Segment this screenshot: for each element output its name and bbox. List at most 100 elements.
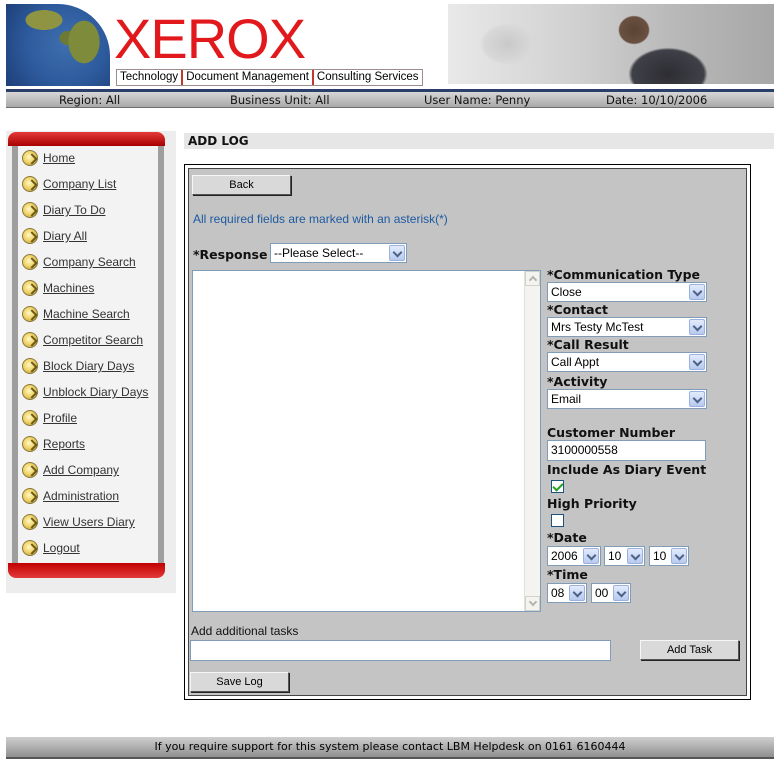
high-priority-checkbox[interactable] <box>551 514 564 527</box>
arrow-bullet-icon <box>22 280 38 296</box>
customer-number-label: Customer Number <box>547 425 676 440</box>
include-diary-label: Include As Diary Event <box>547 462 707 477</box>
date-day-select[interactable]: 10 <box>649 546 689 566</box>
date-month-value: 10 <box>608 549 622 563</box>
sidebar-item-block-diary-days[interactable]: Block Diary Days <box>22 357 134 375</box>
sidebar-item-unblock-diary-days[interactable]: Unblock Diary Days <box>22 383 148 401</box>
textarea-scrollbar[interactable] <box>524 271 540 611</box>
call-result-select[interactable]: Call Appt <box>547 352 707 372</box>
customer-number-field[interactable]: 3100000558 <box>547 440 706 461</box>
sidebar-item-label[interactable]: Unblock Diary Days <box>43 385 148 399</box>
tagline-item: Consulting Services <box>316 71 419 83</box>
include-diary-checkbox[interactable] <box>551 480 564 493</box>
chevron-down-icon[interactable] <box>389 245 405 261</box>
arrow-bullet-icon <box>22 150 38 166</box>
sidebar-top-cap <box>8 132 165 146</box>
sidebar-item-profile[interactable]: Profile <box>22 409 77 427</box>
scroll-up-icon[interactable] <box>525 271 540 286</box>
response-select-value: --Please Select-- <box>274 246 364 260</box>
sidebar-item-machine-search[interactable]: Machine Search <box>22 305 130 323</box>
call-result-value: Call Appt <box>551 355 600 369</box>
chevron-down-icon[interactable] <box>689 284 705 300</box>
sidebar-item-label[interactable]: Company List <box>43 177 116 191</box>
page-title: ADD LOG <box>188 134 249 148</box>
sidebar-item-label[interactable]: Add Company <box>43 463 119 477</box>
chevron-down-icon[interactable] <box>613 585 629 601</box>
sidebar-item-view-users-diary[interactable]: View Users Diary <box>22 513 135 531</box>
page-title-bar: ADD LOG <box>184 133 774 149</box>
info-bar: Region: All Business Unit: All User Name… <box>6 89 774 108</box>
arrow-bullet-icon <box>22 410 38 426</box>
time-label: *Time <box>547 567 588 582</box>
arrow-bullet-icon <box>22 176 38 192</box>
scroll-down-icon[interactable] <box>525 596 540 611</box>
communication-type-select[interactable]: Close <box>547 282 707 302</box>
contact-value: Mrs Testy McTest <box>551 320 644 334</box>
tagline-item: Document Management <box>183 70 314 85</box>
sidebar-item-label[interactable]: Diary To Do <box>43 203 105 217</box>
arrow-bullet-icon <box>22 540 38 556</box>
date-month-select[interactable]: 10 <box>604 546 645 566</box>
arrow-bullet-icon <box>22 254 38 270</box>
chevron-down-icon[interactable] <box>583 548 599 564</box>
activity-label: *Activity <box>547 374 608 389</box>
chevron-down-icon[interactable] <box>671 548 687 564</box>
sidebar-item-label[interactable]: Machine Search <box>43 307 130 321</box>
tasks-label: Add additional tasks <box>191 624 299 638</box>
sidebar-item-label[interactable]: Reports <box>43 437 85 451</box>
response-textarea[interactable] <box>192 270 541 612</box>
response-select[interactable]: --Please Select-- <box>270 243 407 263</box>
date-year-select[interactable]: 2006 <box>547 546 601 566</box>
time-hour-select[interactable]: 08 <box>547 583 587 603</box>
save-log-button[interactable]: Save Log <box>190 672 289 692</box>
sidebar-item-label[interactable]: Administration <box>43 489 119 503</box>
arrow-bullet-icon <box>22 436 38 452</box>
sidebar-item-machines[interactable]: Machines <box>22 279 94 297</box>
sidebar-item-home[interactable]: Home <box>22 149 75 167</box>
communication-type-label: *Communication Type <box>547 267 700 282</box>
activity-value: Email <box>551 392 582 406</box>
sidebar-item-label[interactable]: Company Search <box>43 255 136 269</box>
sidebar-item-logout[interactable]: Logout <box>22 539 80 557</box>
sidebar-item-label[interactable]: Machines <box>43 281 94 295</box>
date-year-value: 2006 <box>551 549 578 563</box>
sidebar-item-label[interactable]: Home <box>43 151 75 165</box>
activity-select[interactable]: Email <box>547 389 707 409</box>
chevron-down-icon[interactable] <box>569 585 585 601</box>
time-hour-value: 08 <box>551 586 565 600</box>
sidebar-item-reports[interactable]: Reports <box>22 435 85 453</box>
sidebar-item-label[interactable]: Competitor Search <box>43 333 143 347</box>
sidebar-item-add-company[interactable]: Add Company <box>22 461 119 479</box>
arrow-bullet-icon <box>22 202 38 218</box>
sidebar-item-label[interactable]: View Users Diary <box>43 515 135 529</box>
chevron-down-icon[interactable] <box>689 319 705 335</box>
add-log-form: Back All required fields are marked with… <box>184 164 751 700</box>
form-panel: Back All required fields are marked with… <box>188 168 747 696</box>
chevron-down-icon[interactable] <box>689 354 705 370</box>
contact-select[interactable]: Mrs Testy McTest <box>547 317 707 337</box>
sidebar-item-label[interactable]: Profile <box>43 411 77 425</box>
contact-label: *Contact <box>547 302 608 317</box>
date-label: *Date <box>547 530 587 545</box>
chevron-down-icon[interactable] <box>627 548 643 564</box>
tasks-field[interactable] <box>190 640 611 661</box>
sidebar-item-label[interactable]: Diary All <box>43 229 87 243</box>
arrow-bullet-icon <box>22 462 38 478</box>
high-priority-label: High Priority <box>547 496 637 511</box>
back-button[interactable]: Back <box>192 175 291 195</box>
sidebar-item-competitor-search[interactable]: Competitor Search <box>22 331 143 349</box>
chevron-down-icon[interactable] <box>689 391 705 407</box>
region-text: Region: All <box>59 93 121 107</box>
arrow-bullet-icon <box>22 228 38 244</box>
add-task-button[interactable]: Add Task <box>640 640 739 660</box>
sidebar-item-diary-all[interactable]: Diary All <box>22 227 87 245</box>
username-text: User Name: Penny <box>424 93 531 107</box>
sidebar-item-company-search[interactable]: Company Search <box>22 253 136 271</box>
sidebar-item-company-list[interactable]: Company List <box>22 175 116 193</box>
time-minute-select[interactable]: 00 <box>591 583 631 603</box>
sidebar-item-label[interactable]: Block Diary Days <box>43 359 134 373</box>
sidebar-item-diary-to-do[interactable]: Diary To Do <box>22 201 105 219</box>
sidebar-item-administration[interactable]: Administration <box>22 487 119 505</box>
response-label: *Response <box>193 247 268 262</box>
sidebar-item-label[interactable]: Logout <box>43 541 80 555</box>
